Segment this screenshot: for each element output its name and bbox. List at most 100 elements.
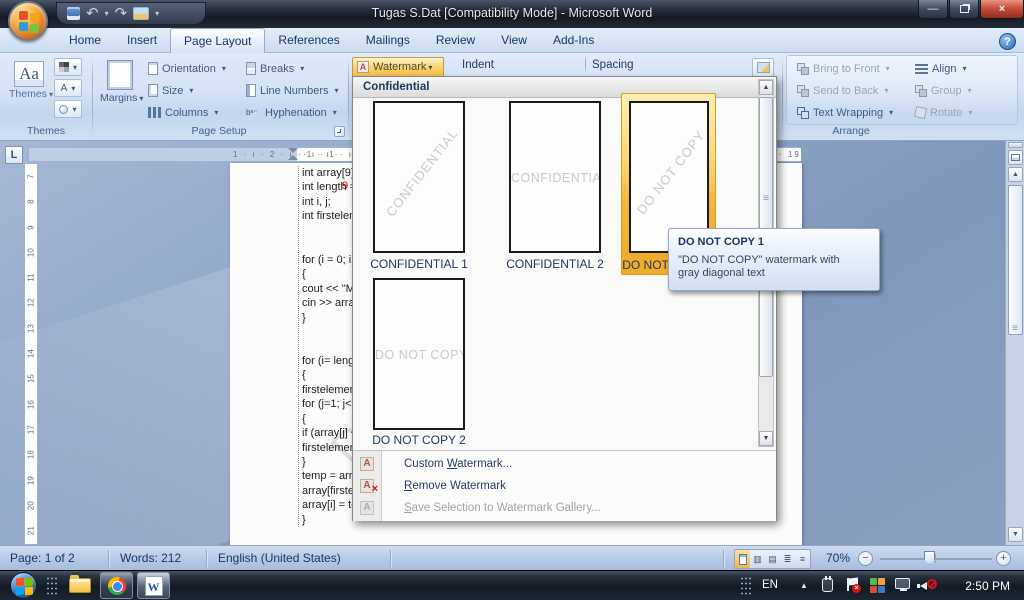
outline-view-button[interactable]: ≣ xyxy=(780,550,795,568)
zoom-level[interactable]: 70% xyxy=(826,551,850,565)
breaks-button[interactable]: Breaks xyxy=(243,59,307,78)
windows-flag-icon xyxy=(25,577,33,587)
start-button[interactable] xyxy=(10,572,37,599)
page-setup-dialog-launcher[interactable] xyxy=(334,126,345,137)
gallery-item-confidential-2[interactable]: CONFIDENTIAL xyxy=(509,101,601,253)
web-layout-button[interactable]: ▤ xyxy=(765,550,780,568)
document-scrollbar[interactable]: ▲ ▼ xyxy=(1005,141,1024,545)
restore-icon xyxy=(959,5,969,13)
show-hidden-icons-button[interactable]: ▲ xyxy=(800,581,808,590)
customize-qat-icon[interactable]: ▾ xyxy=(155,9,159,18)
office-button[interactable] xyxy=(8,1,48,41)
page-indicator[interactable]: Page: 1 of 2 xyxy=(10,551,75,565)
zoom-in-button[interactable]: + xyxy=(996,551,1011,566)
ruler-number: 11 xyxy=(26,273,36,282)
orientation-button[interactable]: Orientation xyxy=(145,59,229,78)
line-numbers-button[interactable]: Line Numbers xyxy=(243,81,342,100)
ruler-number: 16 xyxy=(26,399,36,409)
orientation-icon xyxy=(148,62,158,75)
tab-add-ins[interactable]: Add-Ins xyxy=(540,28,607,53)
gallery-scroll-up-button[interactable]: ▲ xyxy=(759,80,773,95)
tab-insert[interactable]: Insert xyxy=(114,28,170,53)
margins-button[interactable]: Margins xyxy=(100,58,143,120)
tab-page-layout[interactable]: Page Layout xyxy=(170,28,266,53)
scroll-up-button[interactable]: ▲ xyxy=(1008,167,1023,182)
line-numbers-label: Line Numbers xyxy=(260,84,329,97)
picture-icon[interactable] xyxy=(133,7,150,20)
power-plug-icon[interactable] xyxy=(822,576,833,592)
margins-icon xyxy=(107,60,133,90)
restore-button[interactable] xyxy=(949,0,979,19)
indent-markers[interactable] xyxy=(288,148,298,161)
theme-effects-icon xyxy=(59,104,69,114)
themes-icon: Aa xyxy=(14,61,44,87)
language-tray-indicator[interactable]: EN xyxy=(762,579,778,591)
zoom-slider-thumb[interactable] xyxy=(924,551,935,565)
hanging-indent-icon[interactable] xyxy=(288,155,298,160)
rotate-button[interactable]: Rotate xyxy=(912,103,975,122)
tab-view[interactable]: View xyxy=(488,28,540,53)
gallery-scroll-down-button[interactable]: ▼ xyxy=(759,431,773,446)
menu-item-label: Remove Watermark xyxy=(404,479,506,492)
group-button[interactable]: Group xyxy=(912,81,975,100)
zoom-out-button[interactable]: − xyxy=(858,551,873,566)
position-button[interactable] xyxy=(752,58,774,77)
web-layout-icon: ▤ xyxy=(768,553,777,564)
action-center-flag-icon[interactable]: × xyxy=(846,577,861,593)
scrollbar-thumb[interactable] xyxy=(1008,185,1023,335)
undo-dropdown-icon[interactable]: ▾ xyxy=(105,9,109,18)
close-button[interactable]: × xyxy=(980,0,1024,19)
word-taskbar-button[interactable] xyxy=(137,572,170,599)
full-screen-reading-button[interactable]: ▥ xyxy=(750,550,765,568)
language-indicator[interactable]: English (United States) xyxy=(218,551,341,565)
columns-button[interactable]: Columns xyxy=(145,103,221,122)
hyphenation-icon: bᵃ⁻ xyxy=(246,108,258,117)
group-label: Group xyxy=(931,84,962,97)
text-wrapping-button[interactable]: Text Wrapping xyxy=(794,103,896,122)
draft-view-button[interactable]: ≡ xyxy=(795,550,810,568)
chrome-taskbar-button[interactable] xyxy=(100,572,133,599)
save-icon[interactable] xyxy=(67,7,80,20)
tab-selector-button[interactable]: L xyxy=(5,146,23,164)
minimize-button[interactable]: — xyxy=(918,0,948,19)
ruler-toggle-button[interactable] xyxy=(1008,150,1023,165)
redo-icon[interactable]: ↷ xyxy=(115,6,128,21)
split-handle[interactable] xyxy=(1008,142,1023,148)
explorer-taskbar-button[interactable] xyxy=(66,574,94,598)
themes-button[interactable]: Aa Themes xyxy=(8,58,53,120)
columns-icon xyxy=(148,107,161,118)
custom-watermark-item[interactable]: A Custom Watermark... xyxy=(353,452,776,475)
tab-references[interactable]: References xyxy=(265,28,352,53)
size-button[interactable]: Size xyxy=(145,81,196,100)
hyphenation-button[interactable]: bᵃ⁻ Hyphenation xyxy=(243,103,340,122)
watermark-button[interactable]: A Watermark xyxy=(352,57,444,77)
tab-review[interactable]: Review xyxy=(423,28,488,53)
volume-muted-icon[interactable] xyxy=(917,578,937,594)
vertical-ruler[interactable]: 7 8 9 10 11 12 13 14 15 16 17 18 19 20 21 xyxy=(24,163,38,545)
word-count[interactable]: Words: 212 xyxy=(120,551,181,565)
scroll-down-button[interactable]: ▼ xyxy=(1008,527,1023,542)
tab-home[interactable]: Home xyxy=(56,28,114,53)
ribbon-tabs: Home Insert Page Layout References Maili… xyxy=(56,28,607,53)
arrange-group-label: Arrange xyxy=(832,125,870,137)
send-to-back-button[interactable]: Send to Back xyxy=(794,81,891,100)
full-screen-icon: ▥ xyxy=(753,553,762,564)
theme-effects-button[interactable] xyxy=(54,100,82,118)
gallery-item-do-not-copy-2[interactable]: DO NOT COPY xyxy=(373,278,465,430)
print-layout-view-button[interactable] xyxy=(735,550,750,568)
align-button[interactable]: Align xyxy=(912,59,969,78)
zoom-slider-track[interactable] xyxy=(880,558,992,560)
tab-mailings[interactable]: Mailings xyxy=(353,28,423,53)
save-selection-item[interactable]: A Save Selection to Watermark Gallery... xyxy=(353,496,776,519)
network-display-icon[interactable] xyxy=(895,578,910,591)
theme-fonts-button[interactable]: A xyxy=(54,79,82,97)
gallery-item-confidential-1[interactable]: CONFIDENTIAL xyxy=(373,101,465,253)
undo-icon[interactable]: ↶ xyxy=(86,6,99,21)
theme-colors-button[interactable] xyxy=(54,58,82,76)
clock[interactable]: 2:50 PM xyxy=(965,579,1010,593)
remove-watermark-item[interactable]: A × Remove Watermark xyxy=(353,474,776,497)
help-button[interactable]: ? xyxy=(999,33,1016,50)
bring-to-front-button[interactable]: Bring to Front xyxy=(794,59,893,78)
graphics-tray-icon[interactable] xyxy=(870,578,886,594)
first-line-indent-icon[interactable] xyxy=(288,148,298,153)
